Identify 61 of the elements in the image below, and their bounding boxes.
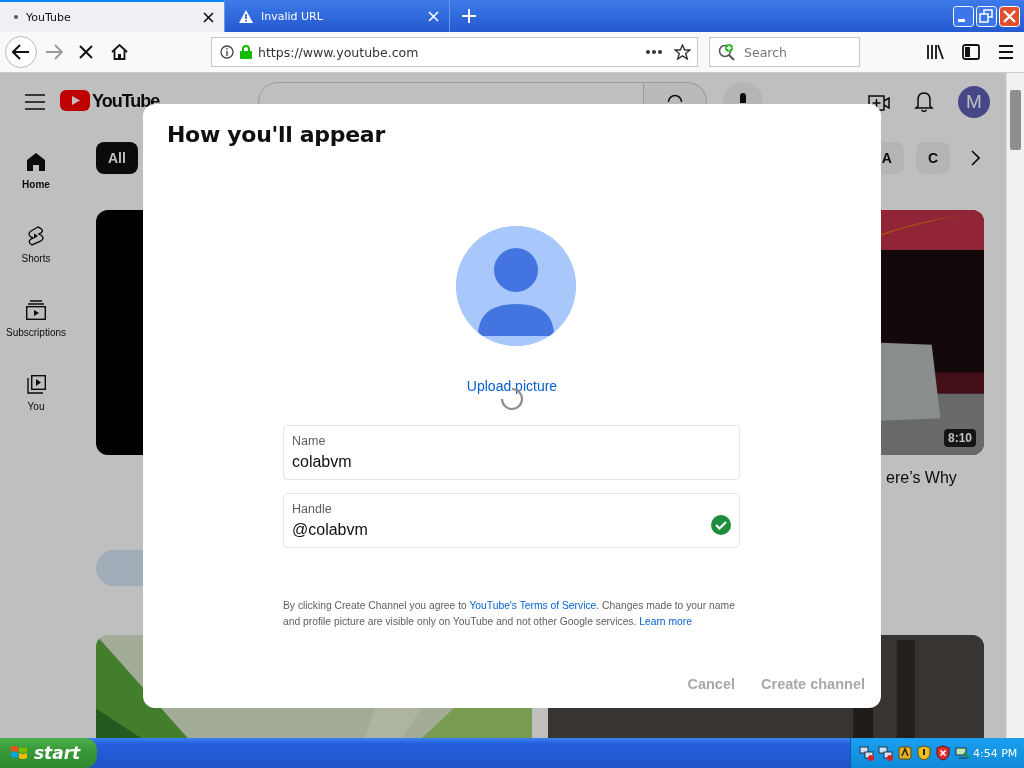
sidebar-item[interactable]: Shorts <box>0 220 72 294</box>
scrollbar-thumb[interactable] <box>1010 90 1021 150</box>
play-logo-icon[interactable] <box>60 90 90 111</box>
field-value: colabvm <box>292 453 353 471</box>
windows-flag-icon <box>10 744 28 762</box>
bell-icon[interactable] <box>914 90 934 113</box>
stop-icon[interactable] <box>79 45 93 59</box>
back-arrow-icon <box>12 44 30 60</box>
scrollbar[interactable] <box>1006 73 1024 738</box>
search-icon <box>718 43 736 61</box>
avatar-placeholder-icon <box>456 226 576 346</box>
logo-text[interactable]: YouTube <box>92 91 160 110</box>
video-library-icon <box>24 372 48 396</box>
antivirus-icon[interactable] <box>897 745 913 761</box>
network-icon[interactable] <box>859 745 875 761</box>
close-icon[interactable] <box>203 11 214 23</box>
sidebar-item[interactable]: Home <box>0 146 72 220</box>
star-icon[interactable] <box>674 44 691 60</box>
loading-dot-icon <box>14 15 18 19</box>
new-tab-icon[interactable] <box>462 9 476 23</box>
learn-more-link[interactable]: Learn more <box>639 616 692 627</box>
home-icon <box>24 150 48 174</box>
minimize-icon[interactable] <box>953 5 974 27</box>
search-field[interactable]: Search <box>709 37 860 67</box>
field-value: @colabvm <box>292 521 369 539</box>
sidebar-item[interactable]: Subscriptions <box>0 294 72 368</box>
sidebar-item[interactable]: You <box>0 368 72 442</box>
chevron-right-icon[interactable] <box>970 150 980 166</box>
back-button[interactable] <box>5 36 37 68</box>
upload-picture-link[interactable]: Upload picture <box>466 378 558 394</box>
field-label: Handle <box>292 502 333 516</box>
network-icon[interactable] <box>954 745 970 761</box>
home-icon[interactable] <box>111 44 128 60</box>
text-field[interactable]: Handle @colabvm <box>283 493 740 548</box>
shield-icon[interactable] <box>916 745 932 761</box>
info-icon[interactable] <box>220 45 234 59</box>
video-title[interactable]: ere’s Why <box>886 469 984 487</box>
microphone-icon <box>740 92 747 103</box>
library-icon[interactable] <box>926 44 944 60</box>
terms-text: By clicking Create Channel you agree to YouTube's Terms of Service. Changes made to your name and profile picture are visible only on YouTube and not other Google services. Learn more <box>283 599 736 629</box>
menu-icon[interactable] <box>24 93 46 110</box>
subscriptions-icon <box>24 298 48 322</box>
menu-icon[interactable] <box>998 45 1014 59</box>
filter-chip[interactable]: All <box>96 142 138 174</box>
filter-chip[interactable]: C <box>915 142 950 174</box>
shield-icon[interactable] <box>935 745 951 761</box>
lock-icon <box>240 45 252 59</box>
clock: 4:54 PM <box>973 746 1019 760</box>
dialog-title: How you'll appear <box>167 122 387 147</box>
start-button[interactable]: start <box>0 738 97 768</box>
avatar-button[interactable]: M <box>958 85 990 118</box>
duration-badge: 8:10 <box>943 429 976 447</box>
network-icon[interactable] <box>878 745 894 761</box>
forward-icon[interactable] <box>45 44 63 60</box>
browser-tab[interactable]: YouTube <box>0 0 225 32</box>
text-field[interactable]: Name colabvm <box>283 425 740 480</box>
warning-icon <box>239 9 253 23</box>
field-label: Name <box>292 434 327 448</box>
more-icon[interactable] <box>646 50 662 54</box>
restore-icon[interactable] <box>976 5 997 27</box>
sidebar-icon[interactable] <box>962 44 980 60</box>
